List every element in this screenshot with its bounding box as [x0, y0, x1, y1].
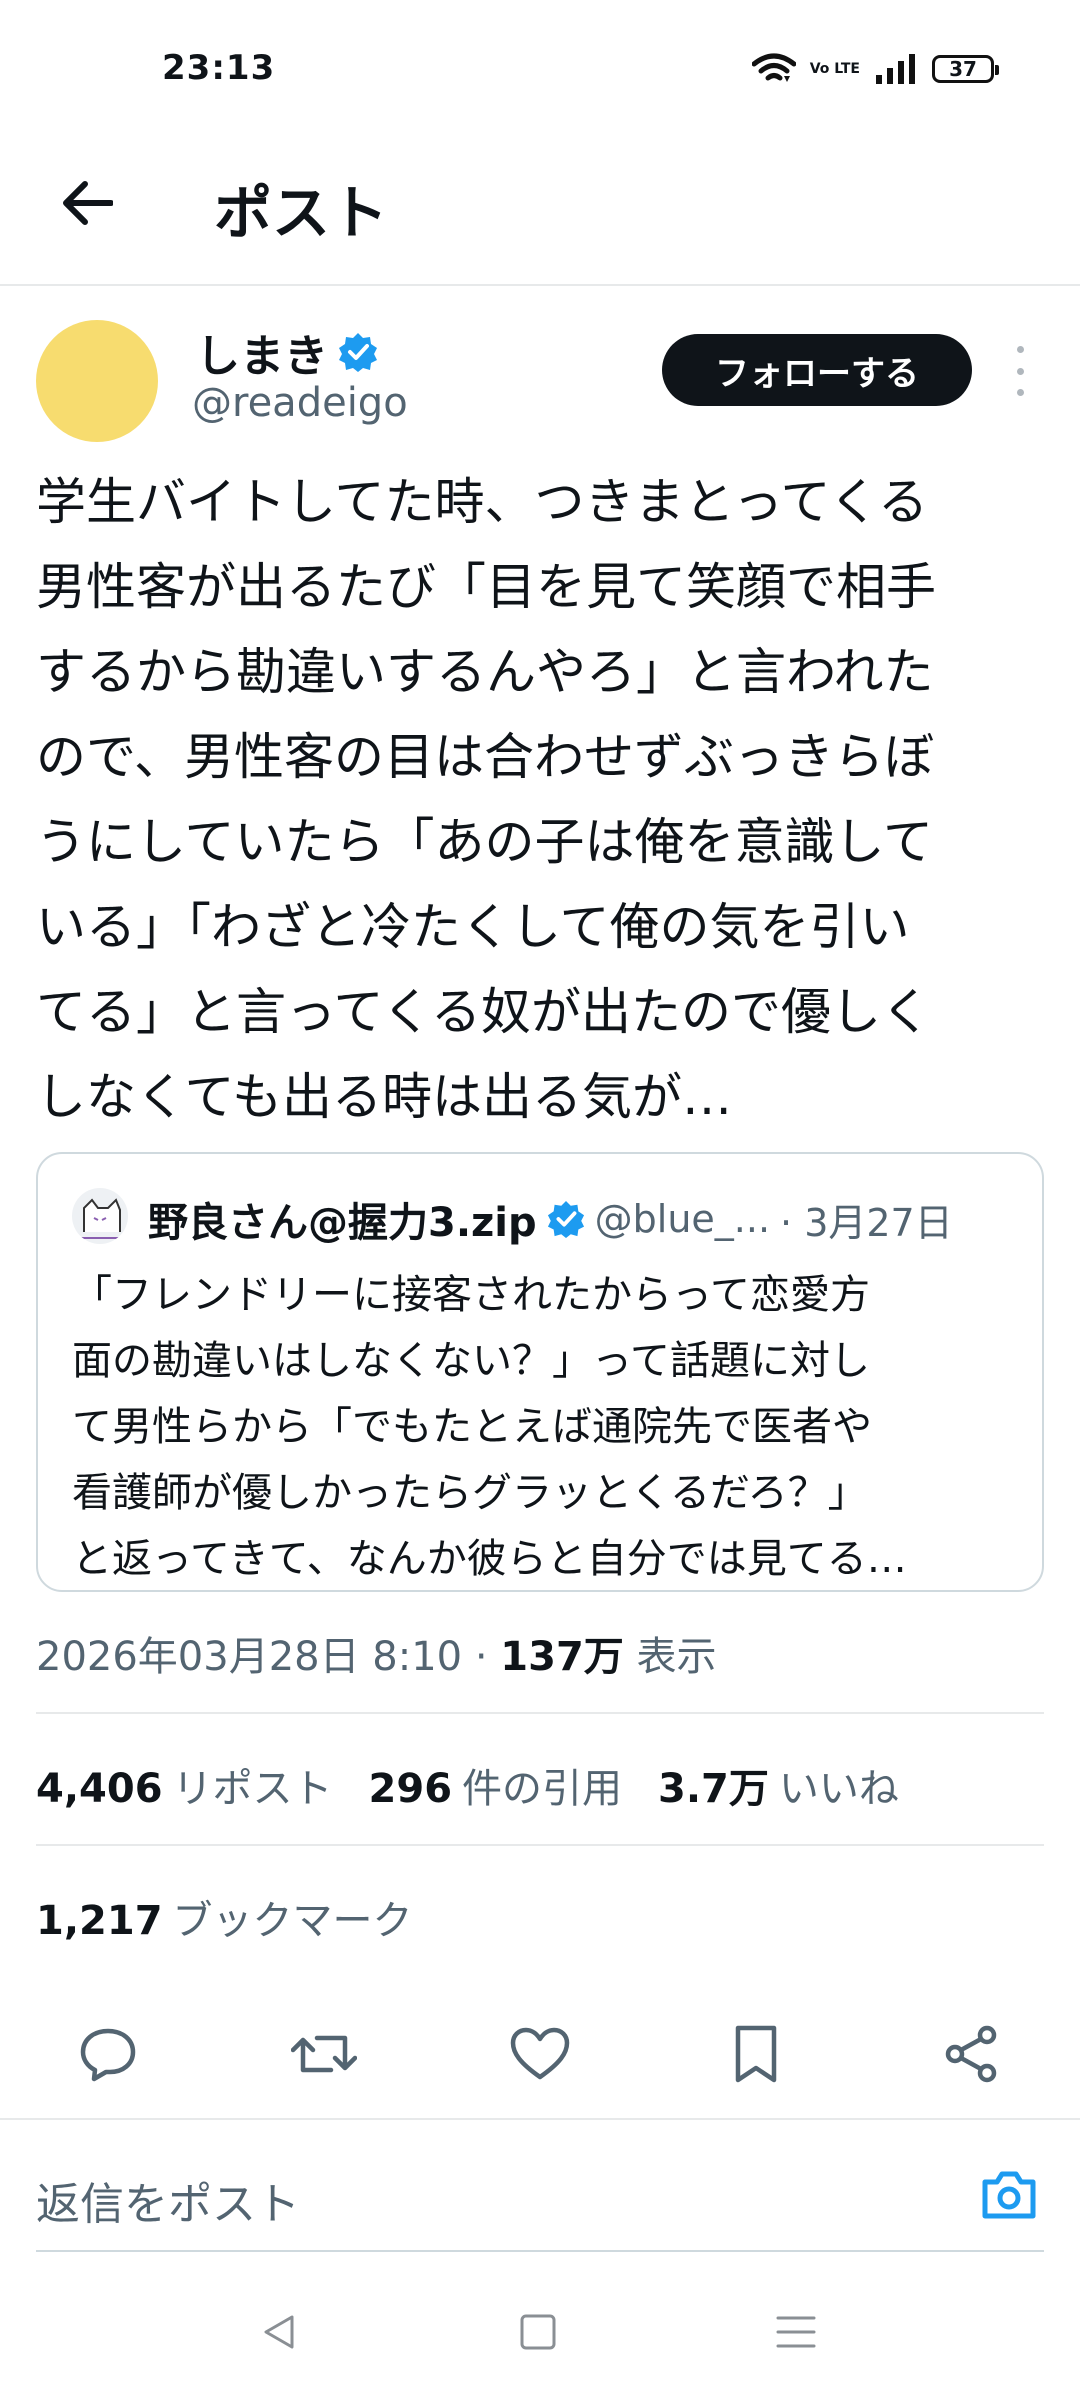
reply-icon: [80, 2028, 136, 2082]
quote-date: · 3月27日: [780, 1200, 953, 1245]
battery-icon: 37: [932, 55, 999, 83]
volte-indicator: Vo LTE: [809, 61, 860, 77]
stats-divider: [36, 1844, 1044, 1846]
home-square-icon: [520, 2314, 556, 2350]
verified-badge-icon: [339, 333, 377, 372]
more-options-button[interactable]: [1002, 346, 1038, 396]
quote-header: 野良さん@握力3.zip @blue_... · 3月27日: [148, 1190, 953, 1248]
quotes-count: 296: [368, 1766, 453, 1812]
more-dot-icon: [1016, 389, 1024, 396]
follow-button[interactable]: フォローする: [662, 334, 972, 406]
nav-home-button[interactable]: [508, 2302, 568, 2362]
post-text[interactable]: 学生バイトしてた時、つきまとってくる 男性客が出るたび「目を見て笑顔で相手 する…: [36, 460, 1036, 1140]
back-triangle-icon: [264, 2315, 294, 2349]
actions-divider: [0, 2118, 1080, 2120]
quote-avatar: [72, 1188, 128, 1244]
repost-icon: [291, 2035, 357, 2073]
quotes-label: 件の引用: [462, 1766, 623, 1812]
engagement-stats: 4,406 リポスト 296 件の引用 3.7万 いいね: [36, 1756, 899, 1814]
reposts-label: リポスト: [172, 1766, 333, 1812]
quote-display-name: 野良さん@握力3.zip: [148, 1200, 537, 1246]
share-icon: [945, 2025, 997, 2083]
back-button[interactable]: [52, 168, 122, 238]
back-arrow-icon: [63, 181, 113, 225]
quote-text: 「フレンドリーに接客されたからって恋愛方 面の勘違いはしなくない？」って話題に対…: [72, 1272, 907, 1582]
camera-icon: [982, 2171, 1036, 2219]
avatar[interactable]: [36, 320, 158, 442]
author-handle[interactable]: @readeigo: [192, 380, 408, 426]
bookmark-icon: [735, 2025, 777, 2083]
quotes-stat[interactable]: 296 件の引用: [369, 1756, 623, 1814]
status-icons: Vo LTE 37: [751, 52, 999, 86]
more-dot-icon: [1016, 346, 1024, 353]
bookmark-button[interactable]: [720, 2018, 792, 2090]
bookmarks-stat[interactable]: 1,217 ブックマーク: [36, 1888, 413, 1946]
wifi-icon: [751, 53, 796, 82]
nav-menu-button[interactable]: [766, 2302, 826, 2362]
camera-button[interactable]: [978, 2164, 1040, 2226]
quote-handle: @blue_...: [594, 1197, 771, 1241]
meta-divider: [36, 1712, 1044, 1714]
status-time: 23:13: [162, 48, 276, 88]
likes-stat[interactable]: 3.7万 いいね: [658, 1756, 899, 1814]
author-display-name: しまき: [196, 331, 328, 382]
page-title: ポスト: [214, 179, 389, 247]
reply-button[interactable]: [72, 2018, 144, 2090]
cat-avatar-icon: [76, 1198, 124, 1239]
header-divider: [0, 284, 1080, 286]
share-button[interactable]: [936, 2018, 1008, 2090]
signal-icon: [876, 54, 915, 84]
post-meta: 2026年03月28日 8:10 · 137万 表示: [36, 1624, 717, 1682]
like-icon: [510, 2027, 570, 2080]
nav-back-button[interactable]: [250, 2302, 310, 2362]
verified-badge-icon: [547, 1200, 584, 1238]
more-dot-icon: [1016, 367, 1024, 375]
menu-lines-icon: [776, 2316, 816, 2348]
post-timestamp: 2026年03月28日 8:10 ·: [36, 1634, 501, 1680]
author-name-row[interactable]: しまき: [196, 320, 378, 384]
views-label: 表示: [623, 1634, 717, 1680]
reply-input[interactable]: 返信をポスト: [36, 2168, 300, 2232]
repost-button[interactable]: [288, 2018, 360, 2090]
reposts-count: 4,406: [36, 1766, 163, 1812]
reply-divider: [36, 2250, 1044, 2252]
bookmarks-label: ブックマーク: [172, 1898, 413, 1944]
reposts-stat[interactable]: 4,406 リポスト: [36, 1756, 333, 1814]
views-count: 137万: [500, 1634, 624, 1680]
likes-count: 3.7万: [658, 1766, 769, 1812]
bookmarks-count: 1,217: [36, 1898, 163, 1944]
like-button[interactable]: [504, 2018, 576, 2090]
likes-label: いいね: [778, 1766, 899, 1812]
